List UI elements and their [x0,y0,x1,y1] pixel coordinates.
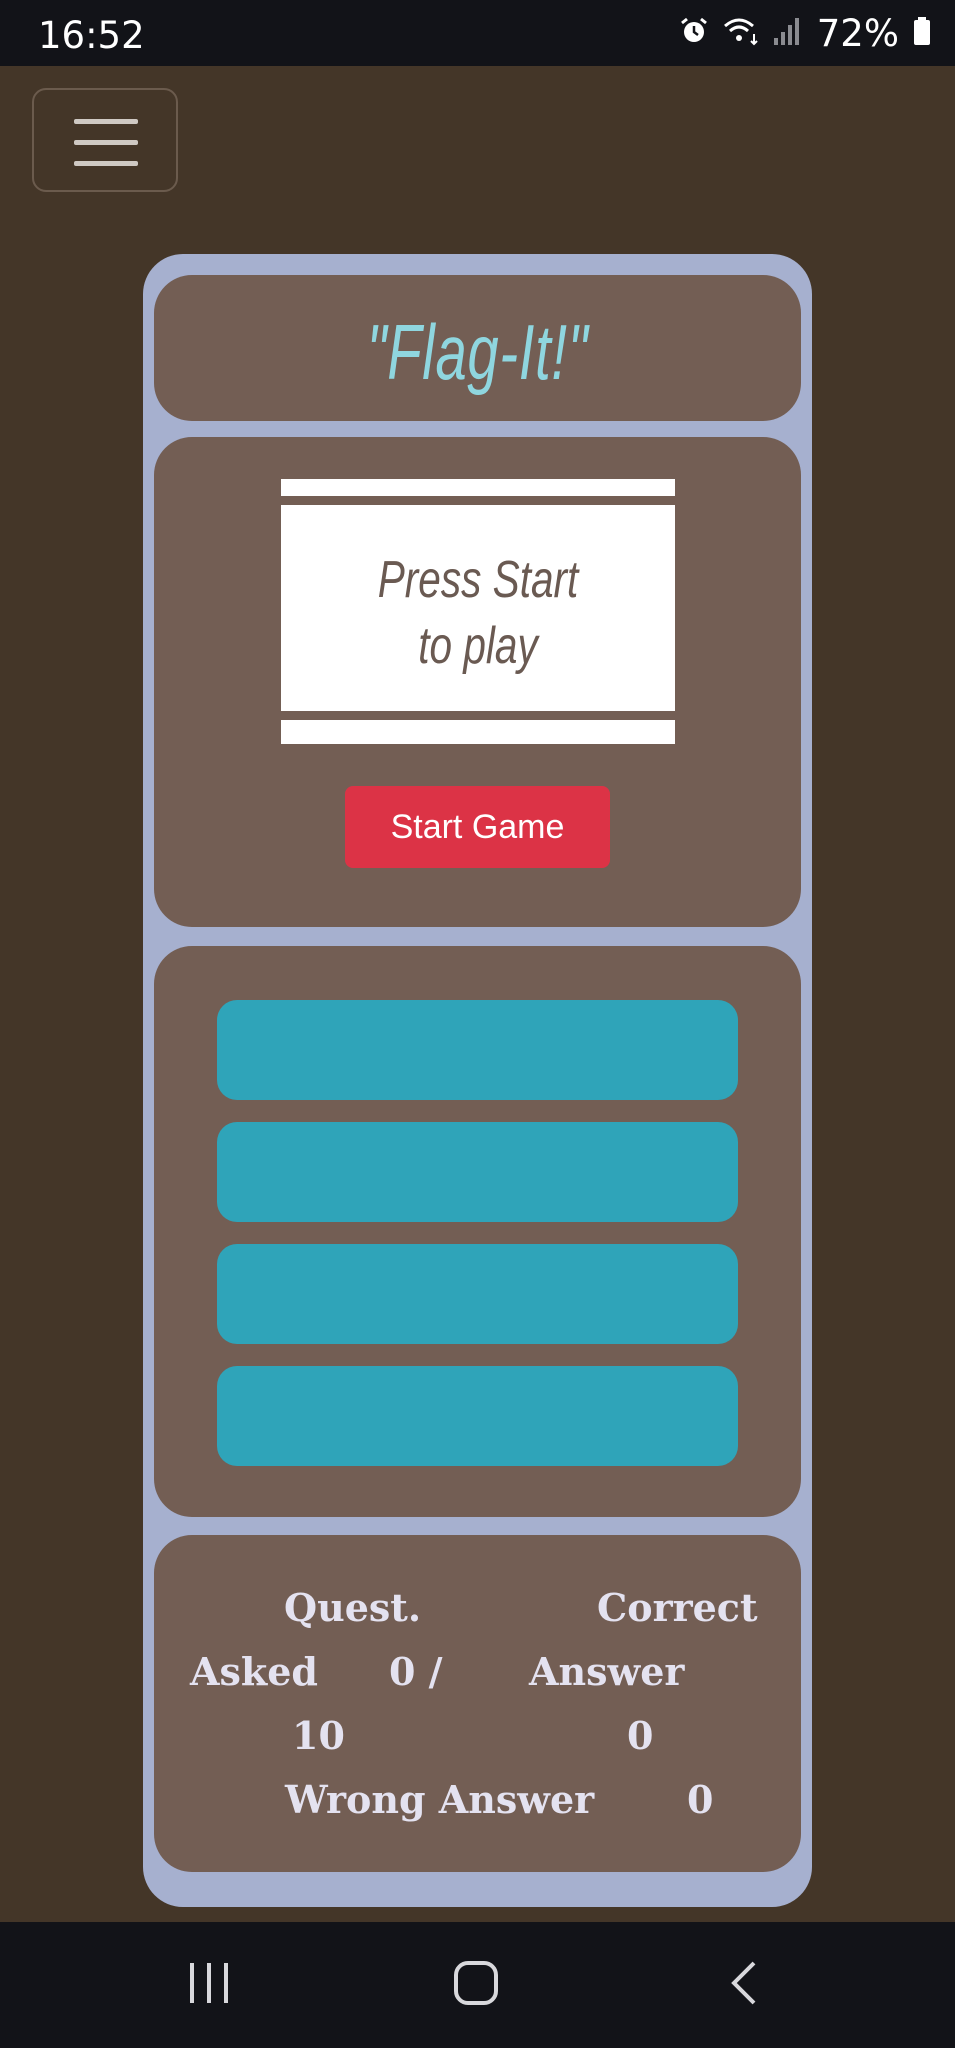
questions-label-line1: Quest. [284,1585,422,1630]
wifi-icon [723,16,759,51]
status-bar: 16:52 72% [0,0,955,66]
correct-label-line1: Correct [597,1585,758,1630]
flag-panel: Press Start to play Start Game [154,437,801,927]
home-icon[interactable] [452,1958,502,2013]
alarm-icon [679,16,709,51]
title-panel: "Flag-It!" [154,275,801,421]
correct-label-line2: Answer [529,1649,685,1694]
correct-answer-value: 0 [627,1713,654,1758]
menu-toggle-button[interactable] [32,88,178,192]
answer-button-1[interactable] [217,1000,738,1100]
answer-button-4[interactable] [217,1366,738,1466]
battery-icon [913,16,931,51]
score-panel: Quest. Asked 0 / 10 Correct Answer 0 Wro… [154,1535,801,1872]
answer-button-2[interactable] [217,1122,738,1222]
game-container: "Flag-It!" Press Start to play Start Gam… [143,254,812,1907]
battery-percent: 72% [816,11,899,55]
questions-total-value: 10 [292,1713,345,1758]
answers-panel [154,946,801,1517]
flag-prompt-line2: to play [418,617,538,675]
wrong-answer-value: 0 [687,1777,714,1822]
status-time: 16:52 [38,14,145,57]
signal-icon [773,16,799,51]
flag-display: Press Start to play [281,479,675,744]
flag-prompt: Press Start to play [356,547,601,679]
navigation-bar [0,1922,955,2048]
flag-prompt-line1: Press Start [377,551,579,609]
answer-button-3[interactable] [217,1244,738,1344]
start-game-button[interactable]: Start Game [345,786,610,868]
recent-apps-icon[interactable] [186,1958,232,2013]
status-icons: 72% [679,11,931,55]
back-icon[interactable] [724,1958,764,2013]
game-title: "Flag-It!" [366,308,589,396]
questions-label-line2: Asked [190,1649,318,1694]
wrong-answer-label: Wrong Answer [285,1777,595,1822]
questions-asked-value: 0 / [389,1649,443,1694]
